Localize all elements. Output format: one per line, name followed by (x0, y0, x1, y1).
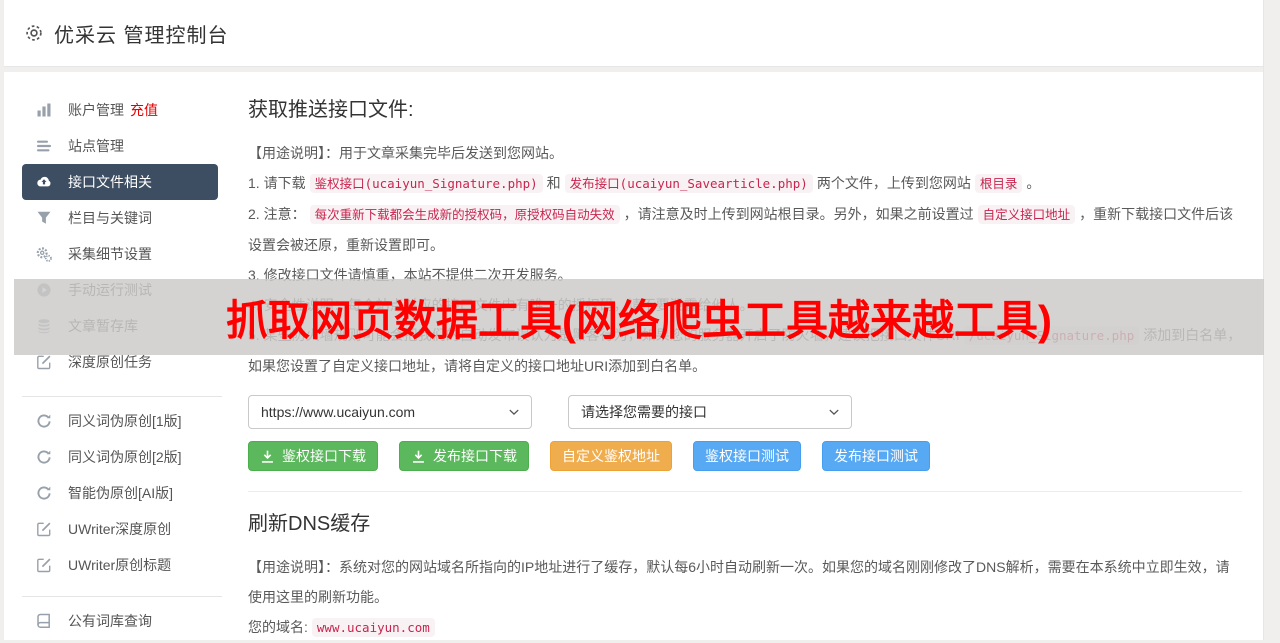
chevron-down-icon (827, 405, 841, 419)
sidebar-item-5[interactable]: 采集细节设置 (22, 236, 218, 272)
code-chip: 根目录 (974, 174, 1023, 193)
custom-auth-url-button[interactable]: 自定义鉴权地址 (550, 441, 672, 471)
publish-download-button-label: 发布接口下载 (433, 448, 517, 464)
sidebar-item-label: UWriter深度原创 (68, 521, 172, 537)
refresh-icon (36, 485, 52, 501)
download-icon (411, 449, 426, 464)
selects-row: https://www.ucaiyun.com 请选择您需要的接口 (248, 395, 1242, 429)
edit-icon (36, 354, 52, 370)
sidebar-menu: 账户管理充值站点管理接口文件相关栏目与关键词采集细节设置手动运行测试文章暂存库深… (22, 92, 240, 639)
edit-icon (36, 521, 52, 537)
book-icon (36, 613, 52, 629)
scrollbar-track[interactable] (1263, 0, 1280, 640)
sidebar-item-3[interactable]: 接口文件相关 (22, 164, 218, 200)
code-chip: 鉴权接口(ucaiyun_Signature.php) (309, 174, 543, 193)
sidebar-item-label: 账户管理 (68, 102, 124, 118)
sidebar-item-2[interactable]: 站点管理 (22, 128, 218, 164)
sidebar: 账户管理充值站点管理接口文件相关栏目与关键词采集细节设置手动运行测试文章暂存库深… (4, 72, 240, 639)
sidebar-item-label: 站点管理 (68, 138, 124, 154)
instruction-paragraph: 您的域名: www.ucaiyun.com (248, 612, 1242, 643)
auth-test-button-label: 鉴权接口测试 (705, 448, 789, 464)
download-icon (260, 449, 275, 464)
section-divider (248, 491, 1242, 492)
watermark-text: 抓取网页数据工具(网络爬虫工具越来越工具) (226, 296, 1052, 344)
sidebar-item-16[interactable]: 公有词库查询 (22, 603, 218, 639)
sidebar-item-label: 深度原创任务 (68, 354, 152, 370)
code-chip: www.ucaiyun.com (311, 618, 435, 637)
gear-icon (24, 23, 44, 43)
sidebar-item-13[interactable]: UWriter深度原创 (22, 511, 218, 547)
content-area: 获取推送接口文件: 【用途说明】：用于文章采集完毕后发送到您网站。 1. 请下载鉴… (248, 72, 1242, 643)
sidebar-item-label: UWriter原创标题 (68, 557, 172, 573)
edit-icon (36, 557, 52, 573)
sidebar-divider (22, 396, 222, 397)
sidebar-item-label: 接口文件相关 (68, 174, 152, 190)
auth-test-button[interactable]: 鉴权接口测试 (693, 441, 801, 471)
interface-select[interactable]: 请选择您需要的接口 (568, 395, 852, 429)
sidebar-item-label: 采集细节设置 (68, 246, 152, 262)
code-chip: 发布接口(ucaiyun_Savearticle.php) (564, 174, 813, 193)
section2-instructions: 【用途说明】：系统对您的网站域名所指向的IP地址进行了缓存，默认每6小时自动刷新… (248, 552, 1242, 643)
auth-download-button-label: 鉴权接口下载 (282, 448, 366, 464)
sidebar-item-11[interactable]: 同义词伪原创[2版] (22, 439, 218, 475)
auth-download-button[interactable]: 鉴权接口下载 (248, 441, 378, 471)
sidebar-item-label: 公有词库查询 (68, 613, 152, 629)
instruction-paragraph: 2. 注意： 每次重新下载都会生成新的授权码，原授权码自动失效 ，请注意及时上传到网… (248, 205, 1234, 253)
custom-auth-url-button-label: 自定义鉴权地址 (562, 448, 660, 464)
watermark-overlay: 抓取网页数据工具(网络爬虫工具越来越工具) (14, 279, 1264, 355)
site-select-value: https://www.ucaiyun.com (261, 404, 416, 420)
sidebar-item-12[interactable]: 智能伪原创[AI版] (22, 475, 218, 511)
interface-select-value: 请选择您需要的接口 (581, 404, 707, 420)
bar-chart-icon (36, 102, 52, 118)
sidebar-item-label: 栏目与关键词 (68, 210, 152, 226)
recharge-badge[interactable]: 充值 (130, 100, 158, 120)
publish-test-button-label: 发布接口测试 (834, 448, 918, 464)
section1-title: 获取推送接口文件: (248, 99, 414, 121)
list-icon (36, 138, 52, 154)
code-chip: 自定义接口地址 (977, 205, 1076, 224)
refresh-icon (36, 413, 52, 429)
chevron-down-icon (507, 405, 521, 419)
instruction-paragraph: 【用途说明】：系统对您的网站域名所指向的IP地址进行了缓存，默认每6小时自动刷新… (248, 559, 1230, 605)
refresh-icon (36, 449, 52, 465)
publish-test-button[interactable]: 发布接口测试 (822, 441, 930, 471)
main-panel: 账户管理充值站点管理接口文件相关栏目与关键词采集细节设置手动运行测试文章暂存库深… (4, 72, 1264, 640)
instruction-paragraph: 【用途说明】：用于文章采集完毕后发送到您网站。 (248, 145, 563, 161)
section2-title: 刷新DNS缓存 (248, 513, 371, 535)
buttons-row: 鉴权接口下载 发布接口下载 自定义鉴权地址 鉴权接口测试 发布接口测试 (248, 441, 1242, 471)
site-select[interactable]: https://www.ucaiyun.com (248, 395, 532, 429)
filter-icon (36, 210, 52, 226)
sidebar-item-4[interactable]: 栏目与关键词 (22, 200, 218, 236)
sidebar-item-1[interactable]: 账户管理 充值 (22, 92, 218, 128)
instruction-paragraph: 1. 请下载 鉴权接口(ucaiyun_Signature.php) 和发布接口(u… (248, 174, 1041, 193)
sidebar-item-label: 同义词伪原创[1版] (68, 413, 182, 429)
sidebar-item-14[interactable]: UWriter原创标题 (22, 547, 218, 583)
cloud-upload-icon (36, 174, 52, 190)
gears-icon (36, 246, 52, 262)
sidebar-divider (22, 596, 222, 597)
app-header: 优采云 管理控制台 (4, 0, 1264, 67)
app-title: 优采云 管理控制台 (54, 24, 229, 47)
sidebar-item-label: 智能伪原创[AI版] (68, 485, 174, 501)
publish-download-button[interactable]: 发布接口下载 (399, 441, 529, 471)
sidebar-item-label: 同义词伪原创[2版] (68, 449, 182, 465)
code-chip: 每次重新下载都会生成新的授权码，原授权码自动失效 (309, 205, 620, 224)
sidebar-item-10[interactable]: 同义词伪原创[1版] (22, 403, 218, 439)
